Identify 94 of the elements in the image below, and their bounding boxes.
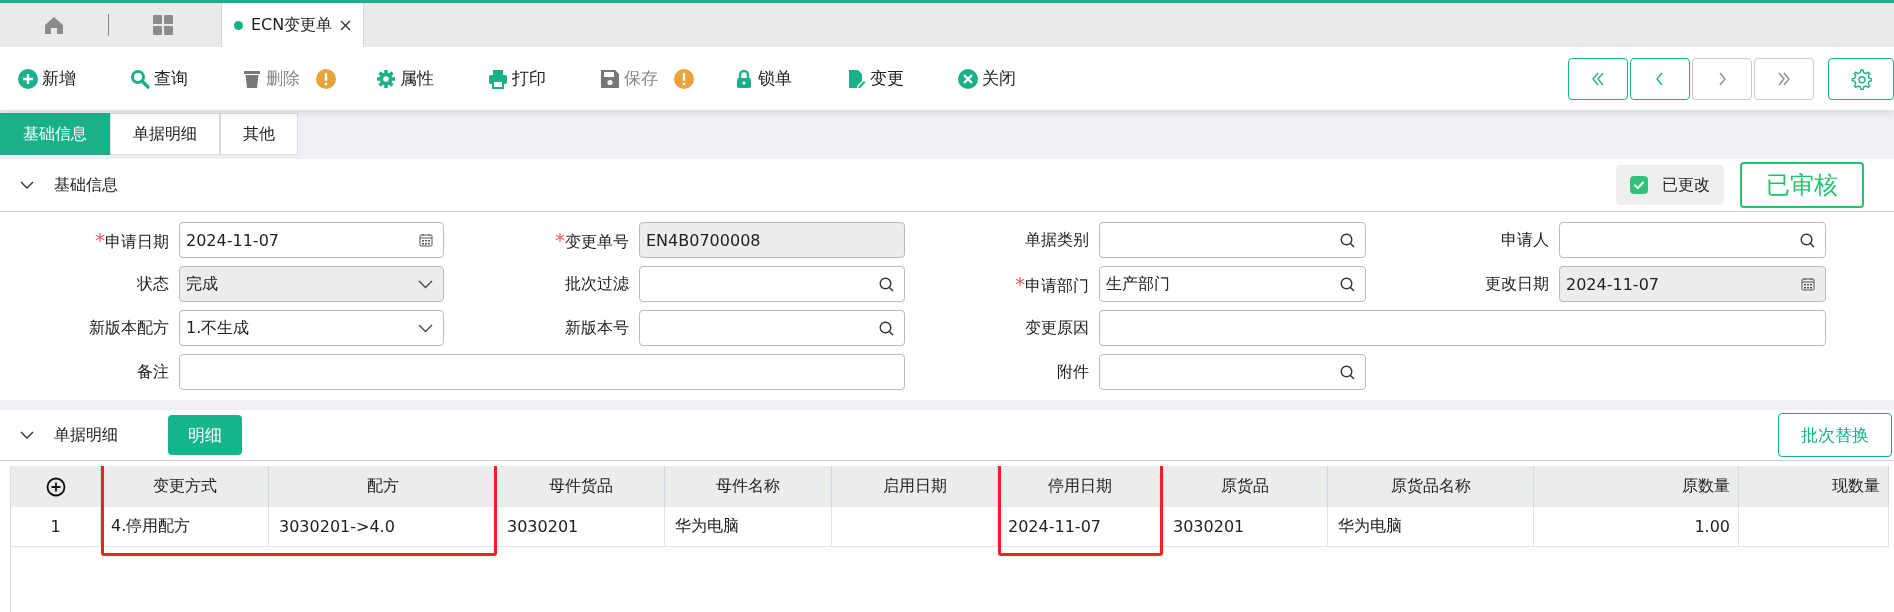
column-header: 配方 (269, 466, 497, 507)
toolbar-button[interactable]: 新增 (18, 67, 76, 90)
field-label: 附件 (1057, 361, 1089, 381)
toolbar-button[interactable]: 打印 (488, 67, 546, 90)
field-label: 新版本号 (565, 317, 629, 337)
required-mark: * (95, 227, 105, 252)
prev-record-button[interactable] (1630, 57, 1690, 100)
section-title: 单据明细 (54, 424, 118, 446)
column-header: 启用日期 (832, 466, 998, 507)
field-label: 申请部门 (1025, 275, 1089, 295)
grid-icon (153, 15, 173, 35)
toolbar-button[interactable]: 变更 (846, 67, 904, 90)
table-cell: 华为电脑 (665, 507, 832, 547)
column-header: 变更方式 (101, 466, 269, 507)
table-cell: 2024-11-07 (998, 507, 1163, 547)
field-label: 备注 (137, 361, 169, 381)
toolbar-button[interactable]: 属性 (376, 67, 434, 90)
field-label: 更改日期 (1485, 273, 1549, 293)
chevron-down-icon[interactable] (418, 323, 433, 333)
chevron-right-icon (1776, 71, 1792, 86)
plus-circle-icon[interactable] (45, 476, 66, 497)
table-cell: 3030201 (497, 507, 665, 547)
column-header: 原货品 (1163, 466, 1328, 507)
search-icon[interactable] (1800, 232, 1815, 248)
search-icon[interactable] (1340, 276, 1355, 292)
calendar-icon[interactable] (1801, 277, 1815, 291)
section-title: 基础信息 (54, 174, 118, 196)
plus-circle-icon (18, 68, 38, 89)
chevron-down-icon[interactable] (418, 279, 433, 289)
column-header: 停用日期 (998, 466, 1163, 507)
checkbox-icon[interactable] (1630, 176, 1648, 194)
date-field[interactable]: 2024-11-07 (179, 222, 444, 258)
printer-icon (488, 68, 508, 89)
table-cell: 3030201 (1163, 507, 1328, 547)
column-header: 原货品名称 (1328, 466, 1534, 507)
search-icon[interactable] (879, 320, 894, 336)
table-cell: 华为电脑 (1328, 507, 1534, 547)
modified-checkbox[interactable]: 已更改 (1616, 165, 1724, 205)
section-tab[interactable]: 单据明细 (110, 113, 220, 155)
search-icon[interactable] (1340, 364, 1355, 380)
field-label: 申请人 (1501, 229, 1549, 249)
column-header: 现数量 (1739, 466, 1889, 507)
field-label: 新版本配方 (89, 317, 169, 337)
close-icon (958, 68, 978, 89)
table-cell: 1.00 (1534, 507, 1739, 547)
lookup-field[interactable] (1559, 222, 1826, 258)
dropdown-field[interactable]: 完成 (179, 266, 444, 302)
lock-icon (734, 68, 754, 89)
chevron-down-icon[interactable] (20, 180, 34, 190)
field-label: 申请日期 (105, 231, 169, 251)
table-cell: 4.停用配方 (101, 507, 269, 547)
field-label: 状态 (137, 273, 169, 293)
trash-icon (242, 68, 262, 89)
required-mark: * (1015, 271, 1025, 296)
toolbar-button[interactable]: 锁单 (734, 67, 792, 90)
chevron-down-icon[interactable] (20, 430, 34, 440)
search-icon (130, 68, 150, 89)
input-field[interactable] (179, 354, 905, 390)
settings-button[interactable] (1828, 57, 1894, 100)
page-tab[interactable]: ECN变更单 (221, 3, 365, 47)
toolbar-button[interactable]: 关闭 (958, 67, 1016, 90)
settings-icon (1850, 67, 1872, 90)
search-icon[interactable] (1340, 232, 1355, 248)
home-icon (44, 15, 64, 35)
required-mark: * (555, 227, 565, 252)
document-pen-icon (846, 68, 866, 89)
field-label: 变更单号 (565, 231, 629, 251)
gear-icon (376, 68, 396, 89)
section-tab[interactable]: 其他 (220, 113, 298, 155)
toolbar-button[interactable]: 查询 (130, 67, 188, 90)
search-icon[interactable] (879, 276, 894, 292)
calendar-icon[interactable] (419, 233, 433, 247)
input-field[interactable] (1099, 310, 1826, 346)
lookup-field[interactable] (639, 266, 905, 302)
lookup-field[interactable]: 生产部门 (1099, 266, 1366, 302)
close-icon[interactable] (340, 19, 352, 31)
dot-icon (234, 20, 243, 30)
field-label: 批次过滤 (565, 273, 629, 293)
field-label: 单据类别 (1025, 229, 1089, 249)
dropdown-field[interactable]: 1.不生成 (179, 310, 444, 346)
field-label: 变更原因 (1025, 317, 1089, 337)
status-stamp: 已审核 (1740, 162, 1864, 208)
table-cell: 3030201->4.0 (269, 507, 497, 547)
chevron-left-icon (1590, 71, 1606, 86)
table-cell: 1 (11, 507, 101, 547)
input-field[interactable]: EN4B0700008 (639, 222, 905, 258)
date-field[interactable]: 2024-11-07 (1559, 266, 1826, 302)
lookup-field[interactable] (1099, 354, 1366, 390)
first-record-button[interactable] (1568, 57, 1628, 100)
lookup-field[interactable] (639, 310, 905, 346)
column-header: 母件名称 (665, 466, 832, 507)
lookup-field[interactable] (1099, 222, 1366, 258)
column-header: 原数量 (1534, 466, 1739, 507)
column-header: 母件货品 (497, 466, 665, 507)
